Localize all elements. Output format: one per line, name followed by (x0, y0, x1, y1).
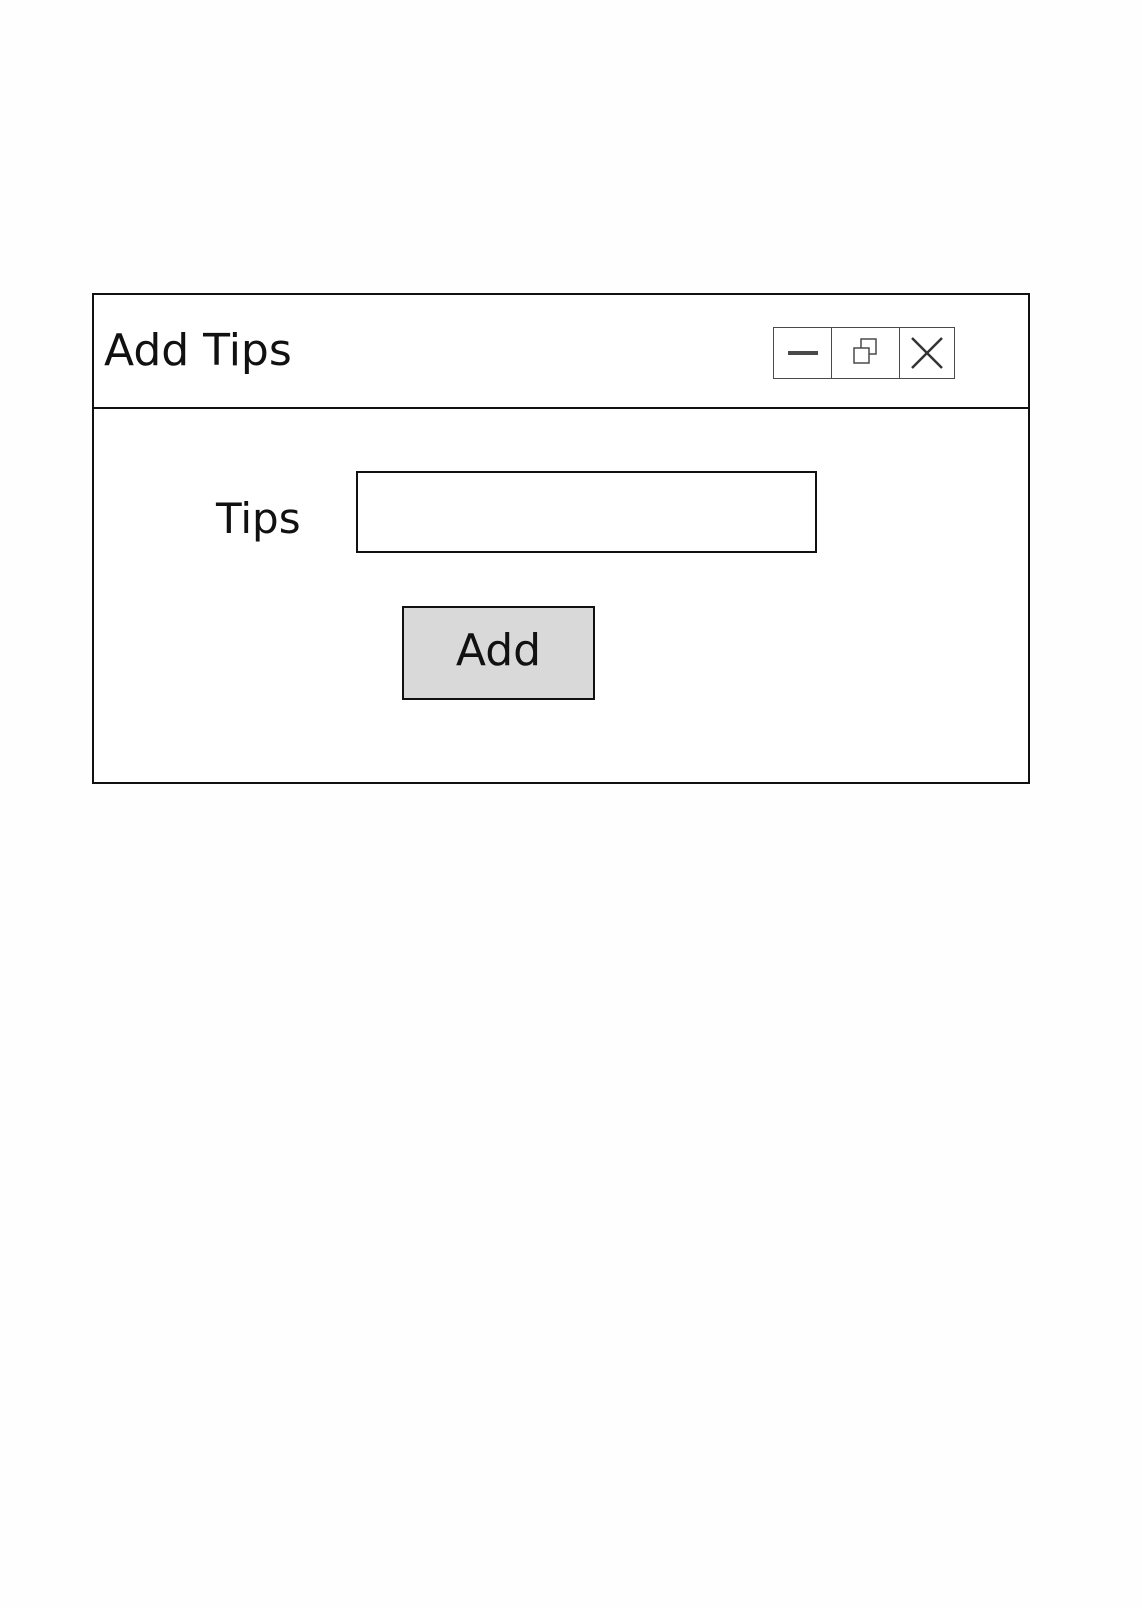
tips-label: Tips (216, 494, 301, 543)
tips-input[interactable] (356, 471, 817, 553)
window-title: Add Tips (104, 325, 292, 376)
window-controls (773, 327, 955, 379)
close-button[interactable] (900, 328, 954, 378)
restore-button[interactable] (832, 328, 900, 378)
minimize-icon (787, 351, 818, 355)
add-button[interactable]: Add (402, 606, 595, 700)
close-icon (911, 337, 943, 369)
add-tips-window: Add Tips Tips Add (92, 293, 1030, 784)
title-bar: Add Tips (94, 295, 1028, 409)
window-content: Tips Add (94, 407, 1028, 782)
minimize-button[interactable] (774, 328, 832, 378)
restore-icon (852, 338, 877, 364)
